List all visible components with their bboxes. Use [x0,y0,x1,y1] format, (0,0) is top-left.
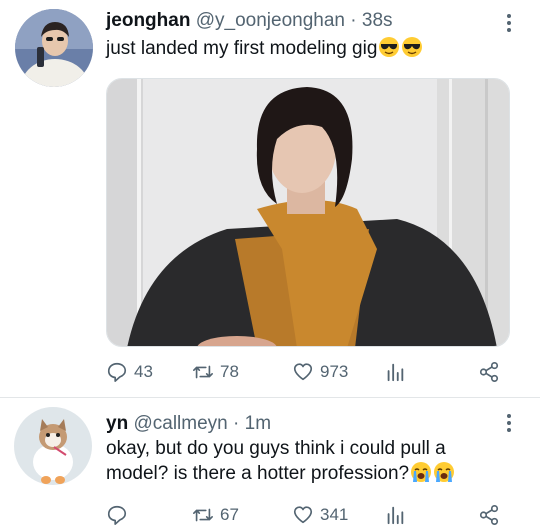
share-icon [479,362,499,382]
stats-icon [387,363,404,382]
separator-dot: · [350,10,357,31]
tweet-jeonghan[interactable]: jeonghan @y_oonjeonghan · 38s just lande… [0,0,540,397]
like-count: 341 [320,505,349,524]
stats-button[interactable] [384,502,406,528]
tweet-text: okay, but do you guys think i could pull… [106,437,506,486]
heart-icon [293,506,313,524]
display-name[interactable]: jeonghan [106,10,190,31]
tweet-header: yn @callmeyn · 1m [106,412,271,436]
stats-icon [387,506,404,525]
more-options-icon[interactable] [506,412,512,434]
heart-icon [293,363,313,381]
reply-button[interactable] [106,502,134,528]
share-button[interactable] [478,502,500,528]
sunglasses-emoji-icon [402,37,423,57]
reply-icon [107,362,127,382]
tweet-text-content: okay, but do you guys think i could pull… [106,438,446,484]
share-button[interactable] [478,359,500,385]
tweet-header: jeonghan @y_oonjeonghan · 38s [106,9,393,33]
stats-button[interactable] [384,359,406,385]
retweet-button[interactable]: 67 [192,502,239,528]
tweet-photo[interactable] [106,78,510,347]
reply-icon [107,505,127,525]
tweet-timestamp[interactable]: 1m [245,413,271,434]
retweet-count: 67 [220,505,239,524]
like-button[interactable]: 973 [292,359,348,385]
tweet-timestamp[interactable]: 38s [362,10,393,31]
user-handle[interactable]: @y_oonjeonghan [196,10,345,31]
retweet-icon [193,508,213,522]
like-button[interactable]: 341 [292,502,348,528]
retweet-count: 78 [220,362,239,381]
reply-button[interactable]: 43 [106,359,153,385]
tweet-text: just landed my first modeling gig [106,36,423,61]
crying-emoji-icon [434,462,455,482]
like-count: 973 [320,362,349,381]
avatar-yn[interactable] [14,407,92,485]
avatar-jeonghan[interactable] [15,9,93,87]
display-name[interactable]: yn [106,413,128,434]
tweet-actions: 67 341 [106,502,506,528]
tweet-yn[interactable]: yn @callmeyn · 1m okay, but do you guys … [0,398,540,531]
tweet-actions: 43 78 973 [106,359,506,385]
tweet-text-content: just landed my first modeling gig [106,38,378,59]
user-handle[interactable]: @callmeyn [133,413,227,434]
sunglasses-emoji-icon [379,37,400,57]
crying-emoji-icon [411,462,432,482]
retweet-button[interactable]: 78 [192,359,239,385]
retweet-icon [193,365,213,379]
share-icon [479,505,499,525]
separator-dot: · [233,413,240,434]
reply-count: 43 [134,362,153,381]
more-options-icon[interactable] [506,12,512,34]
